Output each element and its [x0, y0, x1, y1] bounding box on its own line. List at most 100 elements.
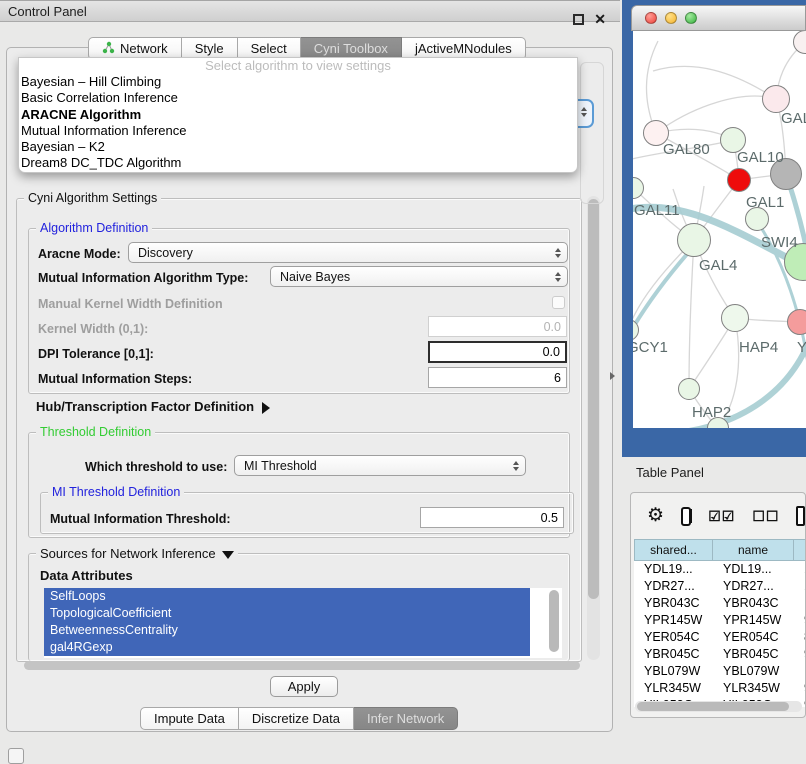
checkbox-unchecked-pair-icon[interactable]: ☐☐: [752, 508, 779, 525]
attribute-item[interactable]: TopologicalCoefficient: [44, 605, 530, 622]
control-panel-titlebar: Control Panel ✕: [0, 0, 620, 22]
attribute-item[interactable]: BetweennessCentrality: [44, 622, 530, 639]
aracne-mode-value: Discovery: [138, 246, 193, 260]
hub-section-label: Hub/Transcription Factor Definition: [36, 399, 254, 414]
table-row[interactable]: YBL079WYBL079W: [634, 663, 806, 680]
mi-type-value: Naive Bayes: [280, 270, 350, 284]
splitpane-arrow[interactable]: [610, 372, 615, 380]
table-cell: YBR045C: [713, 646, 794, 663]
dropdown-item[interactable]: Dream8 DC_TDC Algorithm: [19, 155, 577, 171]
settings-horizontal-scroll-thumb[interactable]: [24, 661, 580, 670]
hub-section-toggle[interactable]: Hub/Transcription Factor Definition: [36, 399, 270, 414]
kernel-width-field[interactable]: 0.0: [428, 316, 567, 337]
table-horizontal-scrollbar[interactable]: [635, 701, 802, 712]
column-header[interactable]: name: [713, 539, 794, 561]
attr-list-scrollbar[interactable]: [546, 588, 562, 658]
manual-kernel-checkbox[interactable]: [552, 296, 565, 309]
sources-title: Sources for Network Inference: [40, 546, 216, 561]
table-row[interactable]: YDR27...YDR27...12: [634, 578, 806, 595]
expand-right-icon: [262, 402, 270, 414]
zoom-traffic-light-icon[interactable]: [685, 12, 697, 24]
dropdown-item[interactable]: Basic Correlation Inference: [19, 90, 577, 106]
tab-label: Discretize Data: [252, 711, 340, 726]
cyni-settings-title: Cyni Algorithm Settings: [24, 191, 161, 205]
table-cell: 13: [794, 561, 806, 578]
attribute-item[interactable]: SelfLoops: [44, 588, 530, 605]
table-cell: YBR043C: [713, 595, 794, 612]
table-row[interactable]: YPR145WYPR145W9.: [634, 612, 806, 629]
data-attributes-list: SelfLoopsTopologicalCoefficientBetweenne…: [44, 588, 562, 658]
attr-scroll-thumb[interactable]: [549, 590, 559, 652]
dropdown-item[interactable]: Bayesian – K2: [19, 139, 577, 155]
table-cell: 12: [794, 578, 806, 595]
mi-steps-field[interactable]: 6: [428, 367, 567, 388]
table-rows: YDL19...YDL19...13YDR27...YDR27...12YBR0…: [634, 561, 806, 707]
tab-infer-network[interactable]: Infer Network: [354, 707, 458, 730]
tab-label: jActiveMNodules: [415, 41, 512, 56]
table-hscroll-thumb[interactable]: [637, 702, 789, 711]
close-traffic-light-icon[interactable]: [645, 12, 657, 24]
table-cell: YDL19...: [713, 561, 794, 578]
close-icon[interactable]: ✕: [594, 14, 606, 25]
aracne-mode-label: Aracne Mode:: [38, 247, 121, 261]
network-window-titlebar[interactable]: [631, 5, 806, 31]
checkbox-checked-pair-icon[interactable]: ☑☑: [708, 508, 735, 525]
mi-threshold-field[interactable]: 0.5: [420, 507, 564, 528]
attr-items: SelfLoopsTopologicalCoefficientBetweenne…: [44, 588, 562, 656]
dropdown-item[interactable]: Mutual Information Inference: [19, 123, 577, 139]
dpi-tolerance-field[interactable]: 0.0: [428, 341, 567, 363]
data-attributes-label: Data Attributes: [40, 568, 133, 583]
table-cell: YLR345W: [634, 680, 713, 697]
node-label: GAL10: [737, 149, 784, 166]
mi-steps-label: Mutual Information Steps:: [38, 372, 192, 386]
which-threshold-label: Which threshold to use:: [85, 460, 227, 474]
control-panel-title: Control Panel: [8, 4, 87, 19]
column-header[interactable]: A: [794, 539, 806, 561]
tab-impute-data[interactable]: Impute Data: [140, 707, 239, 730]
node-label: SWI4: [761, 234, 798, 251]
which-threshold-combobox[interactable]: MI Threshold: [234, 455, 526, 476]
minimize-traffic-light-icon[interactable]: [665, 12, 677, 24]
columns-icon[interactable]: [681, 507, 691, 526]
node-label: GAL1: [746, 194, 784, 211]
threshold-definition-title: Threshold Definition: [36, 425, 155, 439]
table-row[interactable]: YER054CYER054C8.: [634, 629, 806, 646]
attribute-item[interactable]: gal4RGexp: [44, 639, 530, 656]
table-row[interactable]: YBR045CYBR045C9.: [634, 646, 806, 663]
manual-kernel-label: Manual Kernel Width Definition: [38, 297, 223, 311]
mi-threshold-title: MI Threshold Definition: [48, 485, 184, 499]
dropdown-item[interactable]: ARACNE Algorithm: [19, 107, 577, 123]
document-icon[interactable]: [796, 506, 805, 526]
spinner-up-icon: [581, 107, 587, 111]
algorithm-definition-title: Algorithm Definition: [36, 221, 152, 235]
table-cell: YPR145W: [634, 612, 713, 629]
node-label: GAL: [781, 110, 806, 127]
table-cell: YPR145W: [713, 612, 794, 629]
algorithm-dropdown-popup: Select algorithm to view settings Bayesi…: [18, 57, 578, 173]
table-cell: YDR27...: [713, 578, 794, 595]
aracne-mode-combobox[interactable]: Discovery: [128, 242, 568, 263]
sources-toggle[interactable]: Sources for Network Inference: [36, 546, 238, 561]
node-label: HAP2: [692, 404, 731, 421]
node-table: shared...nameA YDL19...YDL19...13YDR27..…: [634, 539, 806, 707]
table-row[interactable]: YLR345WYLR345W9.: [634, 680, 806, 697]
network-canvas[interactable]: GALGAL80GAL10GAL1GAL11GAL4SWI4GCY1HAP4YH…: [633, 31, 806, 428]
float-window-icon[interactable]: [573, 14, 584, 25]
settings-scroll-thumb[interactable]: [588, 199, 599, 599]
dropdown-item[interactable]: Bayesian – Hill Climbing: [19, 74, 577, 90]
table-cell: YBL079W: [713, 663, 794, 680]
dropdown-placeholder: Select algorithm to view settings: [19, 58, 577, 74]
which-threshold-value: MI Threshold: [244, 459, 317, 473]
mi-type-combobox[interactable]: Naive Bayes: [270, 266, 568, 287]
tab-discretize-data[interactable]: Discretize Data: [239, 707, 354, 730]
apply-button[interactable]: Apply: [270, 676, 338, 697]
kernel-width-label: Kernel Width (0,1):: [38, 322, 148, 336]
settings-vertical-scrollbar[interactable]: [587, 196, 600, 660]
spinner-down-icon: [581, 113, 587, 117]
table-row[interactable]: YDL19...YDL19...13: [634, 561, 806, 578]
column-header[interactable]: shared...: [634, 539, 713, 561]
table-cell: 8.: [794, 629, 806, 646]
table-row[interactable]: YBR043CYBR043C: [634, 595, 806, 612]
gear-icon[interactable]: ⚙: [647, 506, 664, 526]
table-cell: YER054C: [713, 629, 794, 646]
